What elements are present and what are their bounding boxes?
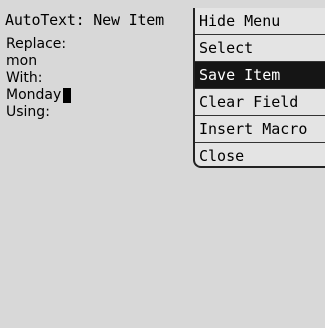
menu-item-close[interactable]: Close: [195, 143, 325, 169]
replace-field[interactable]: mon: [6, 53, 191, 70]
with-label-row: With:: [6, 70, 191, 87]
using-label-row: Using:: [6, 104, 191, 121]
autotext-form: Replace: mon With: Monday Using:: [6, 36, 191, 121]
menu-item-clear-field[interactable]: Clear Field: [195, 89, 325, 116]
with-label: With:: [6, 70, 43, 86]
device-screen: AutoText: New Item Replace: mon With: Mo…: [0, 0, 325, 328]
replace-label: Replace:: [6, 36, 67, 52]
replace-value[interactable]: mon: [6, 53, 37, 69]
menu-item-save-item[interactable]: Save Item: [195, 62, 325, 89]
with-field[interactable]: Monday: [6, 87, 191, 104]
context-menu: Hide Menu Select Save Item Clear Field I…: [193, 8, 325, 168]
using-label: Using:: [6, 104, 50, 120]
menu-item-insert-macro[interactable]: Insert Macro: [195, 116, 325, 143]
menu-item-select[interactable]: Select: [195, 35, 325, 62]
text-cursor: [63, 88, 72, 103]
menu-item-hide-menu[interactable]: Hide Menu: [195, 8, 325, 35]
with-value[interactable]: Monday: [6, 87, 61, 104]
replace-label-row: Replace:: [6, 36, 191, 53]
screen-title: AutoText: New Item: [5, 11, 164, 29]
